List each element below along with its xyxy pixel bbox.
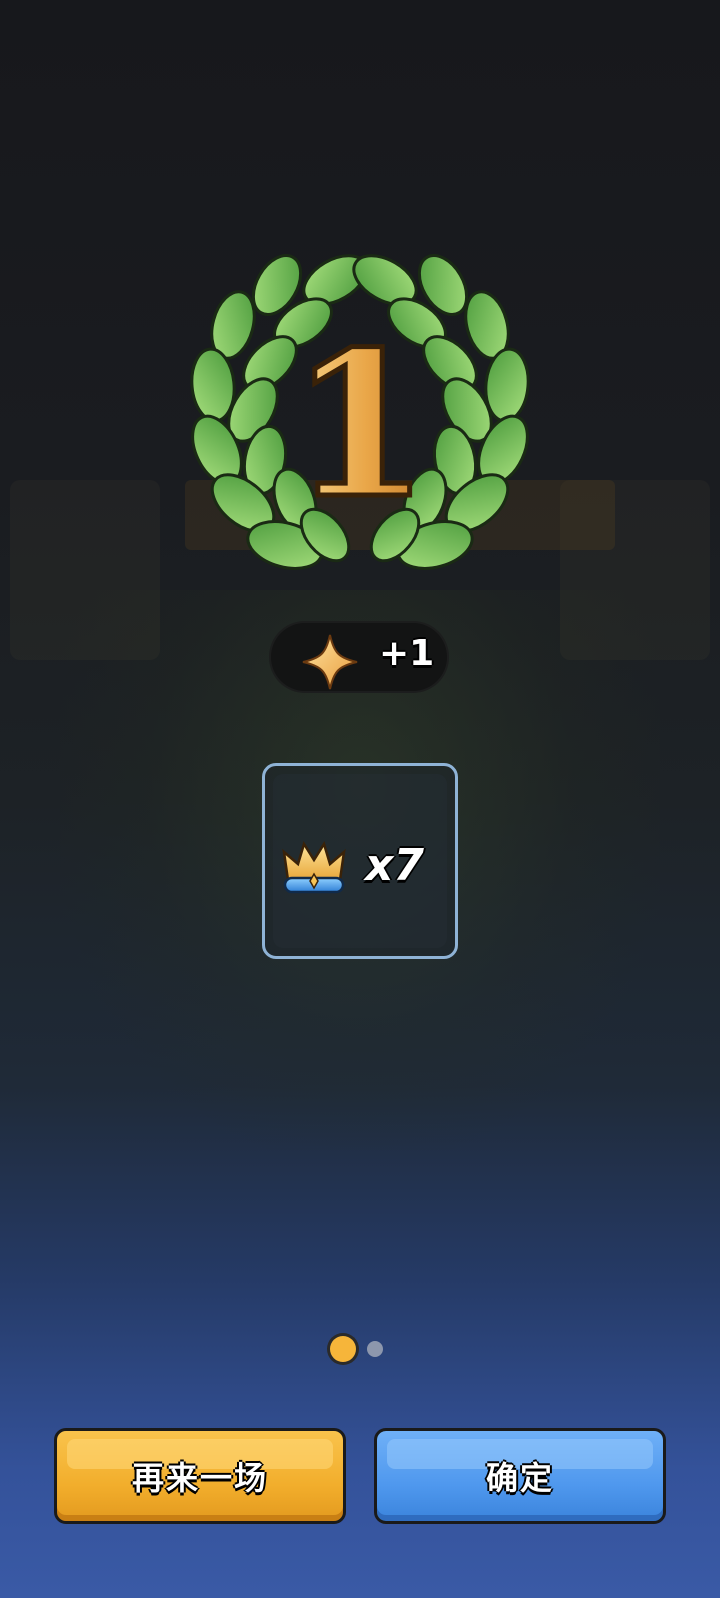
first-place-wreath-icon: 1 xyxy=(190,254,530,570)
confirm-button[interactable]: 确定 xyxy=(374,1428,666,1524)
page-indicator xyxy=(0,1336,720,1366)
confirm-label: 确定 xyxy=(485,1459,554,1497)
star-icon xyxy=(302,634,358,690)
page-dot-active[interactable] xyxy=(330,1336,356,1362)
arena-wall-left xyxy=(10,480,160,660)
star-reward-pill: +1 xyxy=(269,621,449,693)
crown-icon xyxy=(282,840,346,894)
play-again-button[interactable]: 再来一场 xyxy=(54,1428,346,1524)
crown-reward-card: x7 xyxy=(262,763,458,959)
rank-number: 1 xyxy=(290,308,429,543)
play-again-label: 再来一场 xyxy=(131,1459,268,1497)
page-dot-inactive[interactable] xyxy=(367,1341,383,1357)
crown-reward-quantity: x7 xyxy=(365,840,424,891)
star-reward-amount: +1 xyxy=(379,633,435,674)
